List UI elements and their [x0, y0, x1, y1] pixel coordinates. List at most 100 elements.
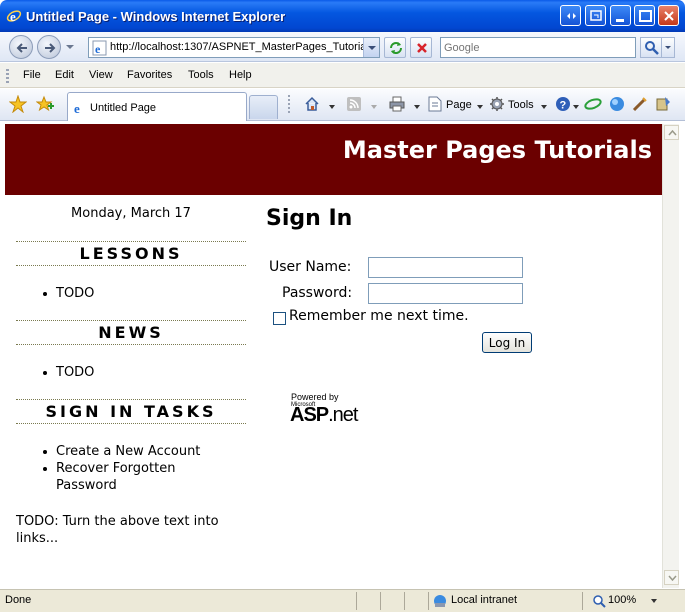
- page-menu-label: Page: [446, 99, 472, 111]
- forward-button[interactable]: [37, 35, 61, 59]
- zoom-level[interactable]: 100%: [608, 594, 636, 606]
- search-input[interactable]: [441, 38, 635, 57]
- back-arrow-icon: [16, 43, 27, 53]
- status-divider: [356, 592, 357, 610]
- back-button[interactable]: [9, 35, 33, 59]
- menu-help[interactable]: Help: [229, 69, 252, 81]
- lessons-heading: LESSONS: [16, 241, 246, 266]
- gear-icon: [490, 97, 504, 111]
- list-item: TODO: [42, 286, 95, 301]
- status-text: Done: [5, 594, 32, 606]
- print-dropdown[interactable]: [414, 105, 420, 109]
- tab-label: Untitled Page: [90, 102, 157, 114]
- stop-button[interactable]: [410, 37, 432, 58]
- status-divider: [428, 592, 429, 610]
- command-bar: e Untitled Page Page Tools ?: [0, 89, 685, 121]
- user-name-label: User Name:: [269, 259, 352, 275]
- password-input[interactable]: [369, 284, 522, 303]
- help-dropdown[interactable]: [573, 105, 579, 109]
- vertical-scrollbar[interactable]: [662, 124, 679, 588]
- svg-text:?: ?: [560, 100, 567, 112]
- maximize-icon: [639, 10, 652, 22]
- address-dropdown-button[interactable]: [363, 38, 379, 57]
- globe-icon: [610, 97, 624, 111]
- status-divider: [380, 592, 381, 610]
- maximize-button[interactable]: [634, 5, 655, 26]
- feeds-button[interactable]: [346, 96, 362, 114]
- toolbar-separator: [288, 95, 290, 115]
- add-favorites-icon[interactable]: [36, 95, 54, 113]
- chevron-up-icon: [668, 130, 677, 136]
- site-header: Master Pages Tutorials: [5, 124, 662, 195]
- security-zone-text: Local intranet: [451, 594, 518, 606]
- asp-text: ASP: [290, 404, 329, 426]
- tools-menu-button[interactable]: Tools: [489, 96, 544, 114]
- tab-ie-icon: e: [74, 101, 80, 115]
- remember-me-checkbox[interactable]: [273, 312, 286, 325]
- address-bar-row: e http://localhost:1307/ASPNET_MasterPag…: [0, 32, 685, 62]
- ie-logo-icon: e: [6, 9, 22, 24]
- todo-note: TODO: Turn the above text into links...: [16, 514, 219, 546]
- home-button[interactable]: [304, 96, 320, 114]
- sign-in-tasks-heading: SIGN IN TASKS: [16, 399, 246, 424]
- toolbar-extras-button[interactable]: [655, 96, 671, 114]
- research-button[interactable]: [584, 96, 602, 114]
- menu-file[interactable]: File: [23, 69, 41, 81]
- arrows-icon: [567, 13, 576, 19]
- scroll-down-button[interactable]: [664, 570, 679, 585]
- url-text[interactable]: http://localhost:1307/ASPNET_MasterPages…: [110, 41, 365, 53]
- zoom-dropdown[interactable]: [651, 599, 657, 603]
- minimize-button[interactable]: [610, 5, 631, 26]
- tab-untitled-page[interactable]: e Untitled Page: [67, 92, 247, 121]
- lessons-list: TODO: [42, 285, 95, 302]
- refresh-button[interactable]: [384, 37, 406, 58]
- search-button[interactable]: [640, 37, 662, 58]
- log-in-button[interactable]: Log In: [482, 332, 532, 353]
- refresh-icon: [390, 42, 402, 54]
- close-button[interactable]: [658, 5, 679, 26]
- scroll-up-button[interactable]: [664, 125, 679, 140]
- extras-icon: [656, 97, 670, 111]
- menu-favorites[interactable]: Favorites: [127, 69, 172, 81]
- chevron-down-icon: [668, 575, 677, 581]
- tools-dropdown[interactable]: [541, 105, 547, 109]
- menu-tools[interactable]: Tools: [188, 69, 214, 81]
- search-options-dropdown[interactable]: [661, 37, 675, 58]
- menu-bar: File Edit View Favorites Tools Help: [0, 63, 685, 88]
- tools-menu-label: Tools: [508, 99, 534, 111]
- messenger-button[interactable]: [609, 96, 625, 114]
- tool-extension-button[interactable]: [632, 96, 648, 114]
- wand-icon: [632, 97, 647, 112]
- svg-text:e: e: [95, 42, 101, 56]
- menu-view[interactable]: View: [89, 69, 113, 81]
- rss-icon: [347, 97, 361, 111]
- menu-edit[interactable]: Edit: [55, 69, 74, 81]
- remember-me-label[interactable]: Remember me next time.: [289, 308, 469, 324]
- window-icon: [590, 10, 602, 21]
- list-item: TODO: [42, 365, 95, 380]
- page-dropdown[interactable]: [477, 105, 483, 109]
- minimize-icon: [616, 19, 624, 22]
- search-field[interactable]: [440, 37, 636, 58]
- recent-pages-dropdown[interactable]: [66, 45, 74, 49]
- news-heading: NEWS: [16, 320, 246, 345]
- help-button[interactable]: ?: [555, 96, 571, 114]
- restore-tabs-button[interactable]: [560, 5, 581, 26]
- feeds-dropdown[interactable]: [371, 105, 377, 109]
- password-label: Password:: [282, 285, 353, 301]
- user-name-input[interactable]: [369, 258, 522, 277]
- user-name-field[interactable]: [368, 257, 523, 278]
- powered-by-text: Powered by: [291, 392, 339, 402]
- search-icon: [645, 41, 659, 55]
- address-field[interactable]: e http://localhost:1307/ASPNET_MasterPag…: [88, 37, 380, 58]
- zoom-icon[interactable]: [592, 594, 606, 608]
- page-ie-icon: e: [92, 40, 107, 56]
- window-switch-button[interactable]: [585, 5, 606, 26]
- research-icon: [584, 98, 602, 110]
- favorites-star-icon[interactable]: [9, 95, 27, 113]
- new-tab-button[interactable]: [249, 95, 278, 119]
- toolbar-grip[interactable]: [6, 69, 9, 83]
- print-button[interactable]: [389, 96, 405, 114]
- home-dropdown[interactable]: [329, 105, 335, 109]
- password-field[interactable]: [368, 283, 523, 304]
